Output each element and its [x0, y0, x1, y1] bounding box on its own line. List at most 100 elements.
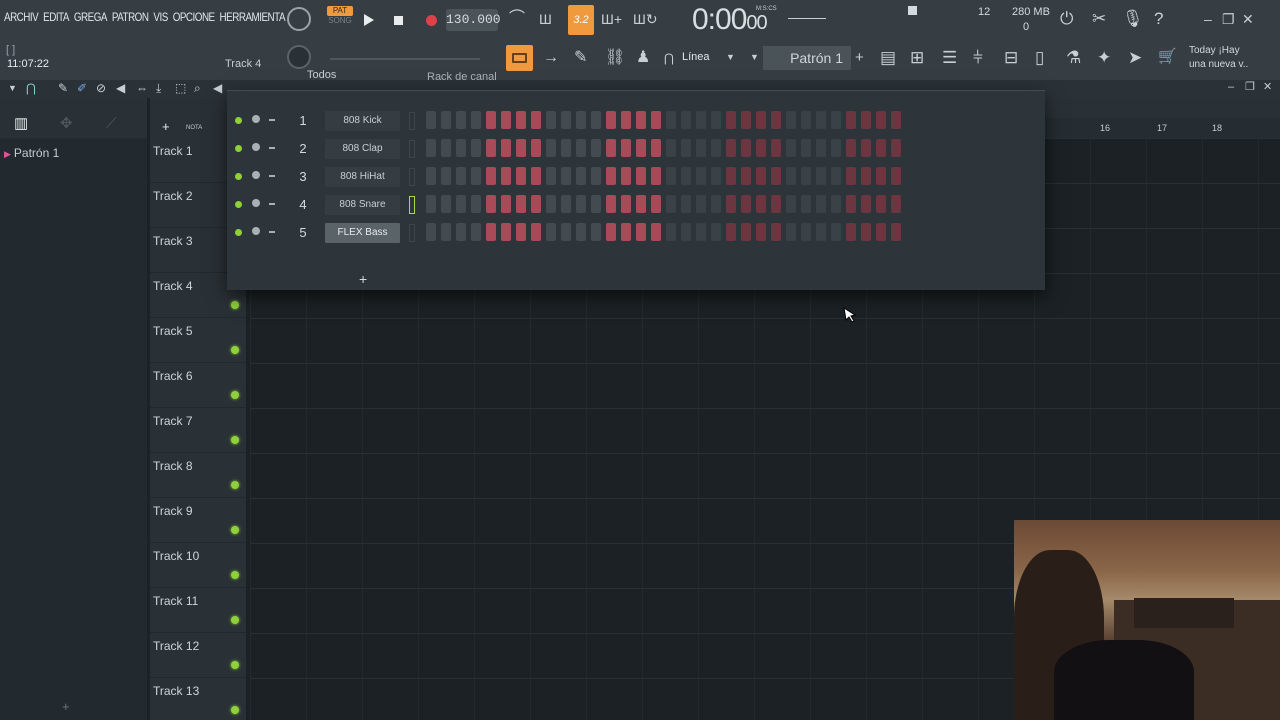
- step-button[interactable]: [486, 167, 496, 185]
- channel-row[interactable]: 3 808 HiHat: [227, 163, 1045, 191]
- step-button[interactable]: [456, 195, 466, 213]
- track-header[interactable]: Track 12: [150, 633, 246, 678]
- step-button[interactable]: [501, 167, 511, 185]
- channel-number[interactable]: 5: [297, 225, 309, 240]
- step-button[interactable]: [876, 139, 886, 157]
- step-button[interactable]: [756, 167, 766, 185]
- playlist-minimize-icon[interactable]: –: [1228, 82, 1234, 93]
- step-button[interactable]: [426, 167, 436, 185]
- pattern-selector[interactable]: Patrón 1: [763, 46, 851, 70]
- step-button[interactable]: [816, 223, 826, 241]
- step-button[interactable]: [756, 223, 766, 241]
- step-button[interactable]: [606, 167, 616, 185]
- step-button[interactable]: [726, 111, 736, 129]
- step-button[interactable]: [696, 111, 706, 129]
- stop-button[interactable]: [387, 9, 409, 31]
- step-button[interactable]: [891, 139, 901, 157]
- step-button[interactable]: [471, 139, 481, 157]
- track-led[interactable]: [231, 706, 239, 714]
- step-button[interactable]: [681, 195, 691, 213]
- mixer-icon[interactable]: ⫩: [973, 49, 983, 66]
- microphone-icon[interactable]: 🎙: [1122, 10, 1144, 27]
- step-button[interactable]: [846, 223, 856, 241]
- step-button[interactable]: [756, 111, 766, 129]
- add-track-icon[interactable]: +: [162, 120, 170, 133]
- step-button[interactable]: [501, 223, 511, 241]
- step-button[interactable]: [786, 167, 796, 185]
- track-led[interactable]: [231, 436, 239, 444]
- chevron-down-icon[interactable]: ▼: [726, 53, 735, 62]
- track-header[interactable]: Track 6: [150, 363, 246, 408]
- step-button[interactable]: [516, 167, 526, 185]
- step-button[interactable]: [846, 167, 856, 185]
- channel-name-button[interactable]: 808 Clap: [325, 139, 400, 159]
- snap-select[interactable]: Línea: [682, 51, 710, 63]
- step-button[interactable]: [516, 139, 526, 157]
- track-header[interactable]: Track 13: [150, 678, 246, 720]
- master-volume-knob[interactable]: [287, 7, 311, 31]
- step-button[interactable]: [441, 195, 451, 213]
- step-button[interactable]: [426, 139, 436, 157]
- step-button[interactable]: [606, 195, 616, 213]
- step-button[interactable]: [576, 111, 586, 129]
- channel-select-indicator[interactable]: [409, 112, 415, 130]
- close-icon[interactable]: ✕: [1242, 12, 1254, 26]
- step-button[interactable]: [801, 195, 811, 213]
- step-button[interactable]: [561, 195, 571, 213]
- step-button[interactable]: [711, 167, 721, 185]
- track-led[interactable]: [231, 661, 239, 669]
- step-button[interactable]: [741, 223, 751, 241]
- touch-controller-icon[interactable]: ✦: [1097, 49, 1111, 66]
- step-button[interactable]: [861, 139, 871, 157]
- channel-number[interactable]: 2: [297, 141, 309, 156]
- step-button[interactable]: [741, 139, 751, 157]
- step-button[interactable]: [636, 195, 646, 213]
- step-button[interactable]: [456, 111, 466, 129]
- step-button[interactable]: [591, 167, 601, 185]
- step-button[interactable]: [831, 223, 841, 241]
- step-button[interactable]: [471, 167, 481, 185]
- step-button[interactable]: [831, 195, 841, 213]
- step-button[interactable]: [786, 223, 796, 241]
- step-button[interactable]: [651, 167, 661, 185]
- step-button[interactable]: [741, 167, 751, 185]
- speaker-icon[interactable]: ◀: [213, 82, 222, 94]
- stamp-icon[interactable]: ♟: [636, 50, 650, 66]
- mute-icon[interactable]: ◀: [116, 82, 125, 94]
- arrow-right-icon[interactable]: →: [543, 50, 559, 66]
- channel-row[interactable]: 1 808 Kick: [227, 107, 1045, 135]
- link-icon[interactable]: ⛓: [605, 50, 625, 66]
- step-button[interactable]: [891, 111, 901, 129]
- step-button[interactable]: [561, 139, 571, 157]
- step-button[interactable]: [531, 195, 541, 213]
- step-button[interactable]: [786, 195, 796, 213]
- slice-icon[interactable]: ⤓: [156, 82, 161, 94]
- step-button[interactable]: [681, 167, 691, 185]
- step-button[interactable]: [621, 195, 631, 213]
- step-button[interactable]: [621, 139, 631, 157]
- step-button[interactable]: [636, 139, 646, 157]
- step-button[interactable]: [726, 139, 736, 157]
- restore-icon[interactable]: ❐: [1222, 12, 1235, 26]
- channel-select-indicator[interactable]: [409, 140, 415, 158]
- channel-number[interactable]: 4: [297, 197, 309, 212]
- step-button[interactable]: [876, 111, 886, 129]
- channel-number[interactable]: 3: [297, 169, 309, 184]
- step-button[interactable]: [441, 111, 451, 129]
- track-led[interactable]: [231, 571, 239, 579]
- step-button[interactable]: [471, 223, 481, 241]
- loop-record-icon[interactable]: Ш↻: [633, 12, 658, 26]
- step-button[interactable]: [486, 111, 496, 129]
- cart-icon[interactable]: 🛒: [1158, 49, 1177, 64]
- step-button[interactable]: [561, 167, 571, 185]
- menu-archivo[interactable]: ARCHIV: [4, 10, 39, 24]
- step-button[interactable]: [576, 139, 586, 157]
- channel-name-button[interactable]: 808 Snare: [325, 195, 400, 215]
- channel-select-indicator[interactable]: [409, 168, 415, 186]
- step-button[interactable]: [741, 111, 751, 129]
- step-button[interactable]: [576, 167, 586, 185]
- step-button[interactable]: [801, 111, 811, 129]
- track-led[interactable]: [231, 346, 239, 354]
- step-button[interactable]: [576, 195, 586, 213]
- track-header[interactable]: Track 7: [150, 408, 246, 453]
